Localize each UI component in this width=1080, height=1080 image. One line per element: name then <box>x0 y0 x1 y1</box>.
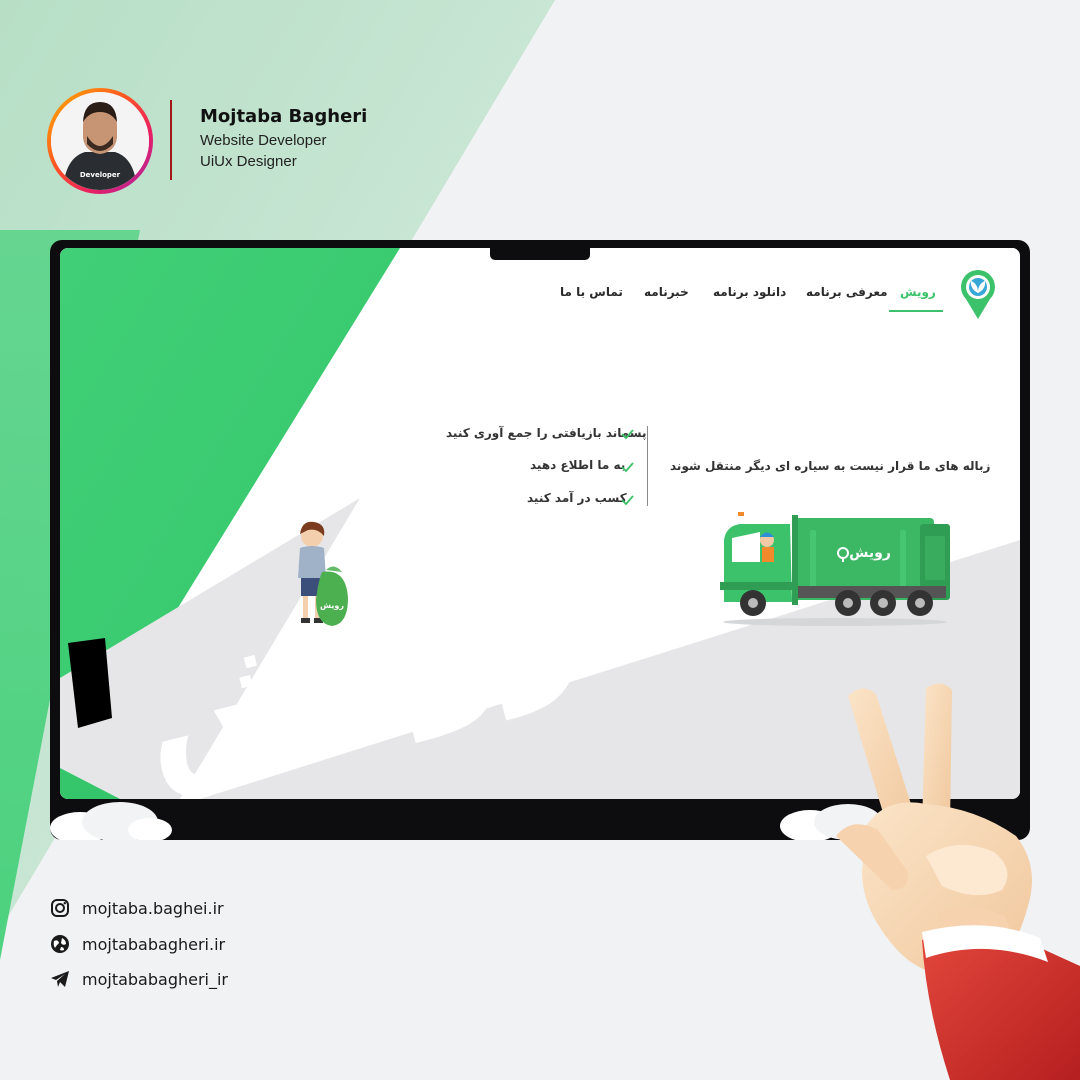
device-notch <box>490 248 590 260</box>
check-icon <box>621 429 634 440</box>
nav-active-underline <box>889 310 943 312</box>
truck-brand-label: رویش <box>849 545 891 561</box>
instagram-icon <box>51 899 69 917</box>
profile-role-2: UiUx Designer <box>200 153 297 170</box>
bag-brand-label: رویش <box>320 601 344 611</box>
garbage-truck-illustration: رویش <box>720 512 950 626</box>
contact-text: mojtababagheri_ir <box>82 969 229 989</box>
peace-hand-illustration <box>836 683 1080 1080</box>
nav-item-newsletter[interactable]: خبرنامه <box>644 285 689 299</box>
contact-website[interactable]: mojtababagheri.ir <box>50 934 225 954</box>
contact-instagram[interactable]: mojtaba.baghei.ir <box>50 898 224 918</box>
check-icons <box>621 429 634 506</box>
profile-avatar: Developer <box>47 88 153 194</box>
nav-item-roish[interactable]: رویش <box>900 285 936 299</box>
globe-icon <box>51 935 69 953</box>
profile-divider <box>170 100 172 180</box>
nav-item-contact[interactable]: تماس با ما <box>560 285 623 299</box>
checklist-item: به ما اطلاع دهید <box>530 458 626 472</box>
hero-divider <box>647 426 648 506</box>
hero-tagline: زباله های ما قرار نیست به سیاره ای دیگر … <box>670 459 991 473</box>
roish-logo[interactable] <box>958 269 998 321</box>
check-icon <box>621 495 634 506</box>
person-photo: Developer <box>51 92 149 190</box>
nav-item-download-app[interactable]: دانلود برنامه <box>713 285 786 299</box>
profile-name: Mojtaba Bagheri <box>200 106 368 127</box>
svg-text:رویش: رویش <box>119 529 596 799</box>
telegram-icon <box>51 971 69 987</box>
nav-item-about-app[interactable]: معرفی برنامه <box>806 285 888 299</box>
checklist-item: کسب در آمد کنید <box>527 491 627 505</box>
hoodie-text: Developer <box>80 171 121 179</box>
cloud-left-decoration <box>50 802 172 840</box>
contact-text: mojtababagheri.ir <box>82 934 226 954</box>
check-icon <box>621 462 634 473</box>
checklist-item: پسماند بازیافتی را جمع آوری کنید <box>446 426 647 440</box>
contact-text: mojtaba.baghei.ir <box>82 898 224 918</box>
contact-telegram[interactable]: mojtababagheri_ir <box>50 969 228 989</box>
profile-role-1: Website Developer <box>200 132 327 149</box>
boy-with-recycle-bag-illustration: رویش <box>298 521 348 626</box>
